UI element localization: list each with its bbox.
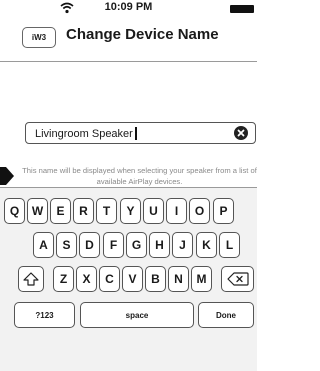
key-d[interactable]: D	[79, 232, 100, 258]
back-button[interactable]: iW3	[22, 27, 56, 48]
key-e[interactable]: E	[50, 198, 71, 224]
key-x[interactable]: X	[76, 266, 97, 292]
helper-text: This name will be displayed when selecti…	[22, 166, 257, 186]
backspace-icon	[226, 272, 249, 286]
key-f[interactable]: F	[103, 232, 124, 258]
shift-key[interactable]	[18, 266, 44, 292]
text-caret	[134, 127, 137, 140]
key-c[interactable]: C	[99, 266, 120, 292]
key-a[interactable]: A	[33, 232, 54, 258]
status-time: 10:09 PM	[104, 1, 153, 13]
key-w[interactable]: W	[27, 198, 48, 224]
key-g[interactable]: G	[126, 232, 147, 258]
key-u[interactable]: U	[143, 198, 164, 224]
key-s[interactable]: S	[56, 232, 77, 258]
key-y[interactable]: Y	[120, 198, 141, 224]
key-v[interactable]: V	[122, 266, 143, 292]
key-o[interactable]: O	[189, 198, 210, 224]
key-p[interactable]: P	[213, 198, 234, 224]
key-l[interactable]: L	[219, 232, 240, 258]
device-name-text: Livingroom Speaker	[35, 127, 133, 140]
device-name-input[interactable]: Livingroom Speaker	[25, 122, 256, 144]
keyboard: Q W E R T Y U I O P A S D F G H J K L Z …	[0, 187, 257, 371]
key-h[interactable]: H	[149, 232, 170, 258]
status-bar: 10:09 PM	[0, 0, 257, 17]
key-t[interactable]: T	[96, 198, 117, 224]
key-m[interactable]: M	[191, 266, 212, 292]
page-title: Change Device Name	[66, 26, 219, 43]
key-k[interactable]: K	[196, 232, 217, 258]
key-n[interactable]: N	[168, 266, 189, 292]
numbers-key[interactable]: ?123	[14, 302, 75, 328]
key-z[interactable]: Z	[53, 266, 74, 292]
pointer-arrow-icon	[0, 167, 14, 185]
key-b[interactable]: B	[145, 266, 166, 292]
key-j[interactable]: J	[172, 232, 193, 258]
clear-circle-x-icon[interactable]	[234, 126, 248, 140]
space-key[interactable]: space	[80, 302, 194, 328]
key-i[interactable]: I	[166, 198, 187, 224]
key-q[interactable]: Q	[4, 198, 25, 224]
battery-icon	[230, 5, 254, 13]
shift-arrow-icon	[23, 272, 39, 286]
navigation-bar: iW3 Change Device Name	[0, 17, 257, 62]
backspace-key[interactable]	[221, 266, 254, 292]
key-r[interactable]: R	[73, 198, 94, 224]
done-key[interactable]: Done	[198, 302, 254, 328]
device-name-value: Livingroom Speaker	[35, 127, 137, 140]
